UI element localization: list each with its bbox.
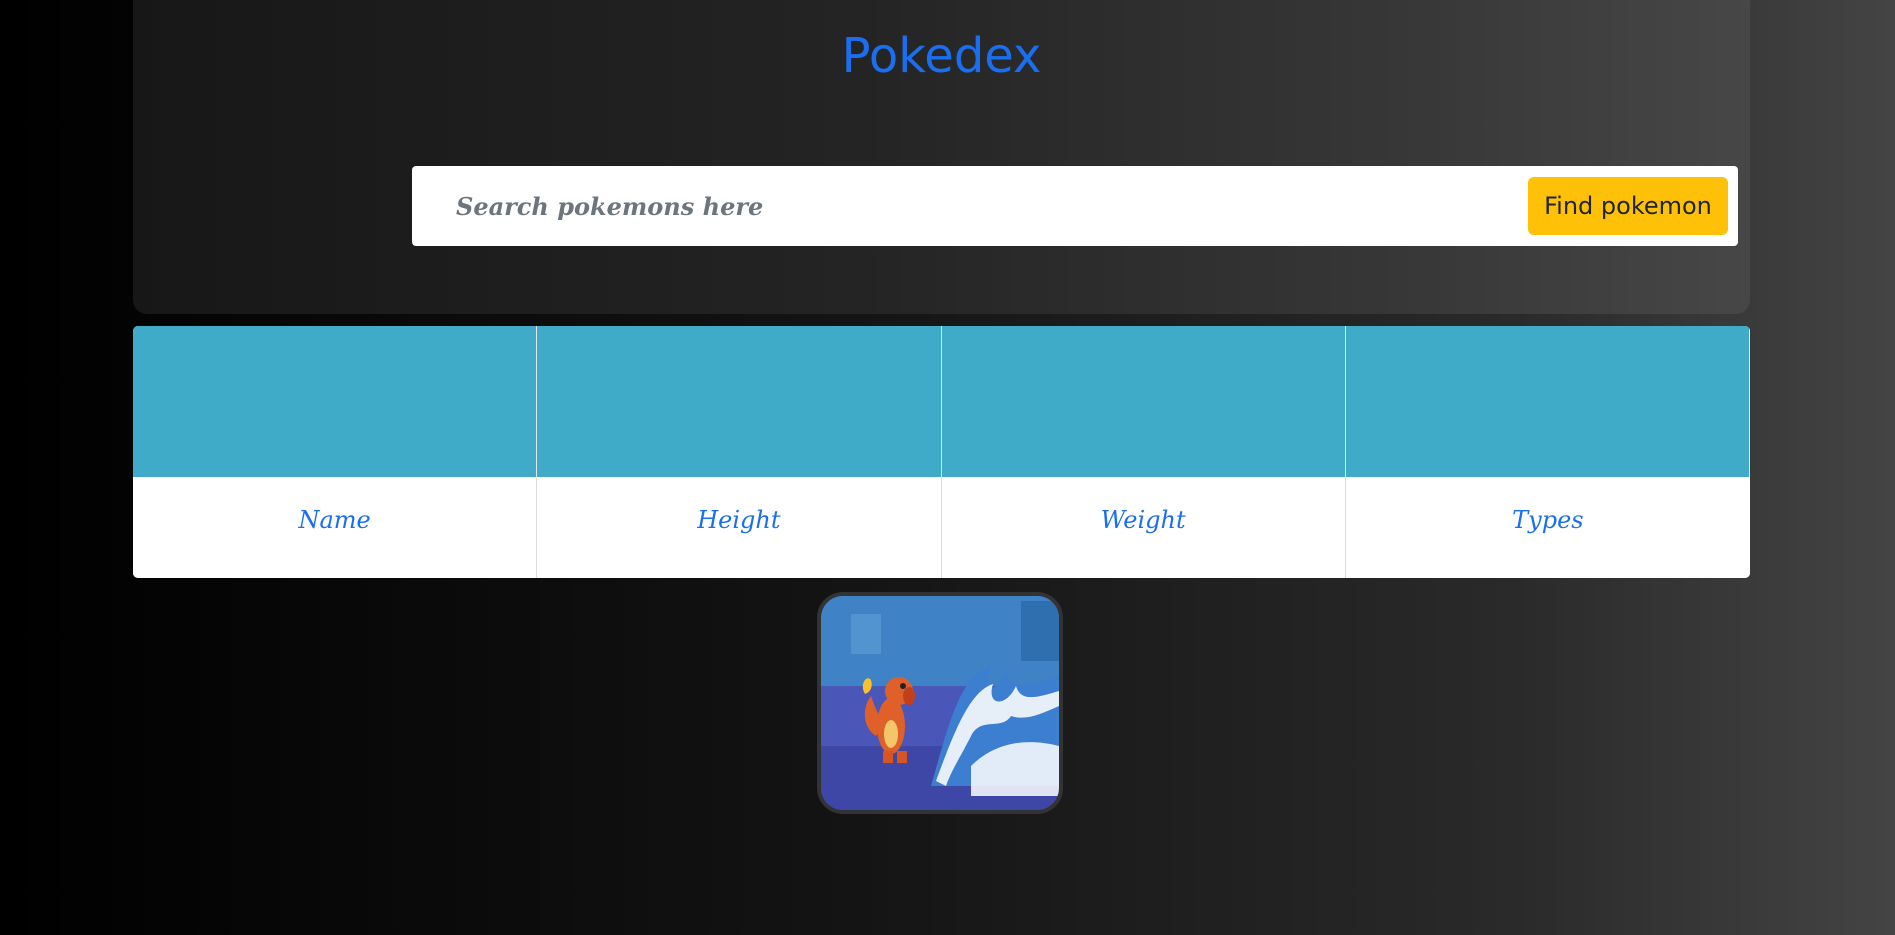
result-table: Name Height Weight Types	[133, 326, 1750, 578]
column-header-types: Types	[1345, 477, 1750, 578]
header-panel: Pokedex Find pokemon	[133, 0, 1750, 314]
column-header-height: Height	[537, 477, 942, 578]
name-image-cell	[133, 326, 538, 477]
charmander-illustration	[821, 596, 1059, 810]
weight-image-cell	[941, 326, 1346, 477]
search-bar: Find pokemon	[412, 166, 1738, 246]
search-input[interactable]	[412, 166, 1512, 246]
page-title: Pokedex	[841, 28, 1042, 84]
pokemon-gif-image	[817, 592, 1063, 814]
column-header-name: Name	[133, 477, 538, 578]
column-header-weight: Weight	[941, 477, 1346, 578]
types-image-cell	[1345, 326, 1750, 477]
find-pokemon-button[interactable]: Find pokemon	[1528, 177, 1728, 235]
height-image-cell	[537, 326, 942, 477]
